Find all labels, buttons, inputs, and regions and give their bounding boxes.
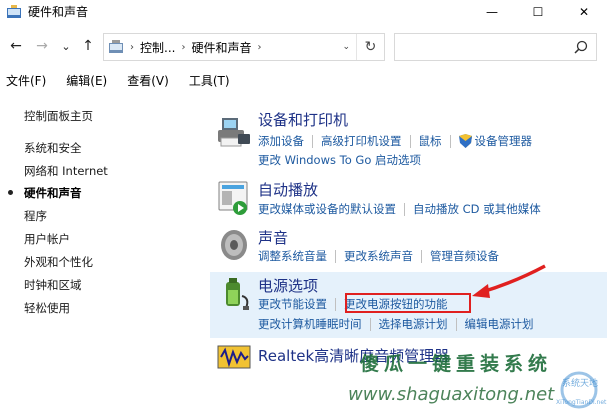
breadcrumb-separator[interactable]: › (257, 42, 261, 53)
search-icon[interactable] (574, 40, 588, 54)
watermark-logo-subtext: XiTongTianDi.net (556, 399, 607, 406)
category-autoplay: 自动播放 更改媒体或设备的默认设置 自动播放 CD 或其他媒体 (210, 176, 607, 224)
power-links-row-2: 更改计算机睡眠时间 选择电源计划 编辑电源计划 (258, 316, 534, 332)
autoplay-links-row: 更改媒体或设备的默认设置 自动播放 CD 或其他媒体 (258, 201, 541, 217)
chevron-down-icon[interactable]: ⌄ (342, 42, 350, 52)
category-title-power-options[interactable]: 电源选项 (258, 275, 318, 296)
realtek-icon (217, 345, 251, 369)
watermark-title: 傻瓜一键重装系统 (360, 353, 553, 375)
sidebar-item-ease-of-access[interactable]: 轻松使用 (24, 300, 70, 316)
category-title-sound[interactable]: 声音 (258, 227, 288, 248)
link-separator (369, 317, 371, 331)
refresh-button[interactable]: ↻ (356, 34, 384, 60)
menu-bar: 文件(F) 编辑(E) 查看(V) 工具(T) (0, 70, 607, 90)
link-separator (312, 134, 313, 148)
up-button[interactable]: ↑ (80, 38, 96, 54)
link-change-power-saving[interactable]: 更改节能设置 (258, 296, 327, 312)
sidebar-item-hardware-sound[interactable]: 硬件和声音 (24, 185, 82, 201)
category-title-devices-printers[interactable]: 设备和打印机 (258, 109, 348, 130)
link-change-system-sounds[interactable]: 更改系统声音 (344, 248, 413, 264)
category-devices-printers: 设备和打印机 添加设备 高级打印机设置 鼠标 设备管理器 更改 Windows … (210, 108, 607, 170)
link-adjust-volume[interactable]: 调整系统音量 (258, 248, 327, 264)
active-bullet (8, 190, 13, 195)
control-panel-icon (109, 40, 123, 53)
sidebar-item-user-accounts[interactable]: 用户帐户 (24, 231, 70, 247)
minimize-button[interactable]: — (469, 0, 515, 23)
menu-view[interactable]: 查看(V) (127, 72, 169, 89)
annotation-highlight-box (345, 293, 471, 313)
breadcrumb-separator: › (130, 41, 134, 53)
watermark-logo-text: 系统天地 (562, 379, 599, 389)
menu-file[interactable]: 文件(F) (6, 72, 46, 89)
title-bar: 硬件和声音 — ☐ ✕ (0, 0, 607, 23)
link-separator (421, 249, 422, 263)
speaker-icon (221, 230, 247, 260)
link-autoplay-cd[interactable]: 自动播放 CD 或其他媒体 (413, 201, 541, 217)
close-button[interactable]: ✕ (561, 0, 607, 23)
link-separator (404, 202, 405, 216)
link-separator (455, 317, 457, 331)
link-separator (335, 249, 336, 263)
link-edit-power-plan[interactable]: 编辑电源计划 (465, 316, 534, 332)
sound-links-row: 调整系统音量 更改系统声音 管理音频设备 (258, 248, 499, 264)
annotation-arrow (472, 264, 546, 298)
sidebar-item-appearance[interactable]: 外观和个性化 (24, 254, 93, 270)
sidebar-item-programs[interactable]: 程序 (24, 208, 47, 224)
printer-icon (218, 118, 250, 147)
maximize-button[interactable]: ☐ (515, 0, 561, 23)
link-change-media-defaults[interactable]: 更改媒体或设备的默认设置 (258, 201, 396, 217)
link-advanced-printer-setup[interactable]: 高级打印机设置 (321, 133, 402, 149)
sidebar-item-system-security[interactable]: 系统和安全 (24, 140, 82, 156)
breadcrumb-control-panel[interactable]: 控制... (140, 39, 175, 56)
devices-links-row-2: 更改 Windows To Go 启动选项 (258, 152, 421, 168)
uac-shield-icon (458, 134, 472, 148)
autoplay-icon (218, 181, 248, 215)
breadcrumb-hardware-sound[interactable]: 硬件和声音 (191, 39, 251, 56)
link-mouse[interactable]: 鼠标 (419, 133, 442, 149)
navigation-bar: ← → ⌄ ↑ › 控制... › 硬件和声音 › ⌄ ↻ (0, 28, 607, 66)
category-title-autoplay[interactable]: 自动播放 (258, 179, 318, 200)
link-windows-to-go[interactable]: 更改 Windows To Go 启动选项 (258, 152, 421, 168)
devices-links-row-1: 添加设备 高级打印机设置 鼠标 设备管理器 (258, 133, 532, 149)
forward-button[interactable]: → (34, 38, 50, 54)
control-panel-icon (7, 4, 21, 18)
link-choose-power-plan[interactable]: 选择电源计划 (379, 316, 448, 332)
recent-locations-button[interactable]: ⌄ (58, 38, 74, 54)
link-separator (409, 134, 411, 148)
left-navigation-panel: 控制面板主页 系统和安全 网络和 Internet 硬件和声音 程序 用户帐户 … (0, 92, 205, 413)
link-separator (449, 134, 451, 148)
breadcrumb-separator[interactable]: › (181, 42, 185, 53)
menu-edit[interactable]: 编辑(E) (66, 72, 107, 89)
search-input[interactable] (394, 33, 597, 61)
link-add-device[interactable]: 添加设备 (258, 133, 304, 149)
power-icon (226, 278, 249, 310)
sidebar-item-home[interactable]: 控制面板主页 (24, 108, 93, 124)
window-title: 硬件和声音 (28, 5, 89, 19)
link-change-sleep-time[interactable]: 更改计算机睡眠时间 (258, 316, 362, 332)
watermark-url: www.shaguaxitong.net (348, 384, 555, 405)
sidebar-item-network[interactable]: 网络和 Internet (24, 163, 108, 179)
sidebar-item-clock-region[interactable]: 时钟和区域 (24, 277, 82, 293)
address-bar[interactable]: › 控制... › 硬件和声音 › ⌄ ↻ (103, 33, 385, 61)
menu-tools[interactable]: 工具(T) (189, 72, 230, 89)
link-separator (335, 297, 336, 311)
back-button[interactable]: ← (8, 38, 24, 54)
link-device-manager[interactable]: 设备管理器 (475, 133, 533, 149)
